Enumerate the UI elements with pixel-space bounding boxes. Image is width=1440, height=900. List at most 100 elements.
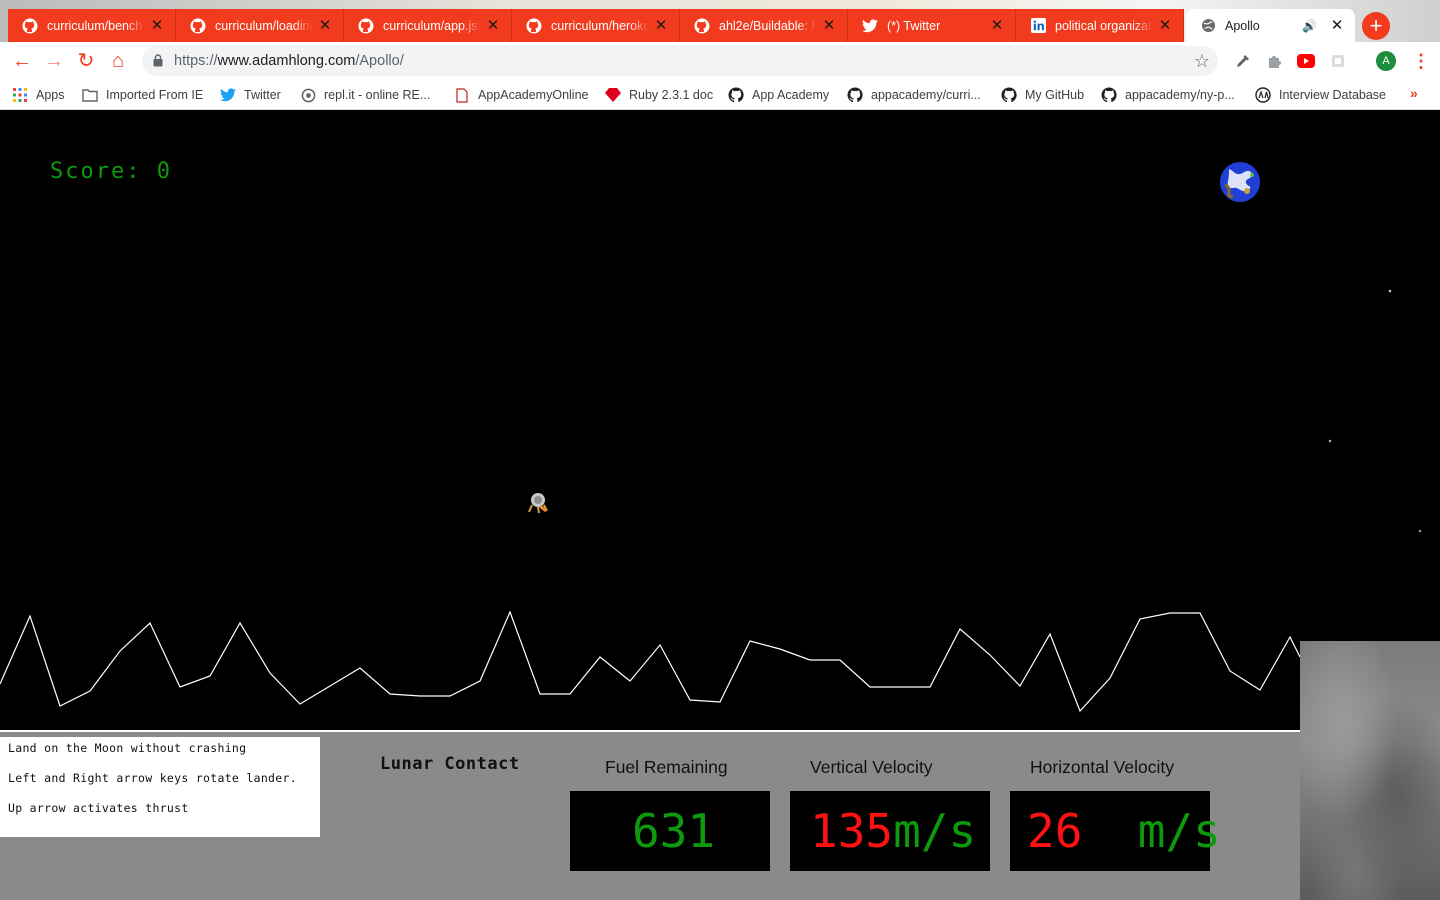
lunar-contact-status: Lunar Contact [380,754,520,774]
lock-icon [153,54,163,67]
home-icon[interactable]: ⌂ [105,48,131,74]
twitter-icon [862,18,878,34]
tab-curriculum-app-jsx[interactable]: curriculum/app.jsx ✕ [344,9,512,42]
horizontal-velocity-gauge: 26 m/s [1010,791,1221,871]
horizontal-velocity-value: 26 [1027,804,1083,858]
instruction-line: Up arrow activates thrust [8,801,189,815]
close-icon[interactable]: ✕ [1157,17,1173,34]
chevron-more-icon[interactable]: » [1410,85,1418,101]
bookmark-imported-from-ie[interactable]: Imported From IE [82,84,203,106]
vertical-velocity-value: 135 [810,804,894,858]
folder-icon [82,87,98,103]
tab-title: political organizati [1055,18,1153,33]
instruction-line: Left and Right arrow keys rotate lander. [8,771,297,785]
bookmark-label: App Academy [752,88,830,102]
url-text[interactable]: https://www.adamhlong.com/Apollo/ [174,53,404,69]
bookmark-ruby-doc[interactable]: Ruby 2.3.1 doc [605,84,713,106]
tab-title: curriculum/heroku [551,18,649,33]
close-icon[interactable]: ✕ [317,17,333,34]
github-icon [190,18,206,34]
github-icon [1001,87,1017,103]
score-label: Score: [50,159,142,184]
bookmark-replit[interactable]: repl.it - online RE... [300,84,430,106]
close-icon[interactable]: ✕ [485,17,501,34]
tab-apollo[interactable]: Apollo 🔊 ✕ [1186,9,1356,42]
eyedropper-icon[interactable] [1234,52,1252,70]
close-icon[interactable]: ✕ [149,17,165,34]
close-icon[interactable]: ✕ [989,17,1005,34]
github-icon [358,18,374,34]
earth-icon [1220,162,1260,202]
bookmark-twitter[interactable]: Twitter [220,84,281,106]
replit-icon [300,87,316,103]
bookmarks-bar: Apps Imported From IE Twitter repl.it - … [0,80,1440,110]
bookmark-label: Twitter [244,88,281,102]
avatar[interactable]: A [1376,51,1396,71]
bookmark-label: Interview Database [1279,88,1387,102]
instrument-panel: Land on the Moon without crashing Left a… [0,730,1300,900]
tab-title: curriculum/bench [47,18,143,33]
tab-strip: curriculum/bench ✕ curriculum/loading ✕ … [0,0,1440,42]
vertical-velocity-unit: m/s [893,804,977,858]
url-path: /Apollo/ [355,53,404,69]
fuel-gauge: 631 [570,791,770,871]
bookmark-label: Imported From IE [106,88,204,102]
extension-square-icon[interactable] [1329,52,1347,70]
instruction-line: Land on the Moon without crashing [8,741,247,755]
reload-icon[interactable]: ↻ [73,48,99,74]
github-icon [694,18,710,34]
tab-curriculum-loading[interactable]: curriculum/loading ✕ [176,9,344,42]
linkedin-icon [1030,18,1046,34]
tab-curriculum-bench[interactable]: curriculum/bench ✕ [8,9,176,42]
fuel-label: Fuel Remaining [605,757,728,777]
bookmark-label: appacademy/curri... [871,88,981,102]
close-icon[interactable]: ✕ [1329,17,1345,34]
bookmark-interview-database[interactable]: Interview Database [1255,84,1386,106]
twitter-icon [220,87,236,103]
close-icon[interactable]: ✕ [821,17,837,34]
tab-linkedin[interactable]: political organizati ✕ [1016,9,1184,42]
bookmark-appacademyonline[interactable]: AppAcademyOnline [454,84,588,106]
ruby-icon [605,87,621,103]
apps-grid-icon [12,87,28,103]
moon-surface-image [1300,641,1440,900]
browser-toolbar: ← → ↻ ⌂ https://www.adamhlong.com/Apollo… [0,42,1440,80]
new-tab-button[interactable]: + [1362,12,1390,40]
tab-buildable[interactable]: ahl2e/Buildable: F ✕ [680,9,848,42]
speaker-icon[interactable]: 🔊 [1302,19,1317,33]
bookmark-app-academy[interactable]: App Academy [728,84,829,106]
youtube-icon[interactable] [1297,52,1315,70]
bookmark-label: My GitHub [1025,88,1085,102]
bookmark-apps[interactable]: Apps [12,84,65,106]
vertical-velocity-gauge: 135m/s [790,791,990,871]
github-icon [526,18,542,34]
game-canvas[interactable]: Score: 0 Land on the Moon without crashi… [0,111,1440,900]
tab-title: Apollo [1225,18,1260,33]
tab-curriculum-heroku[interactable]: curriculum/heroku ✕ [512,9,680,42]
instructions-box: Land on the Moon without crashing Left a… [0,737,320,837]
github-icon [728,87,744,103]
forward-arrow-icon[interactable]: → [41,48,67,74]
bookmark-appacademy-curriculum[interactable]: appacademy/curri... [847,84,981,106]
tab-title: curriculum/loading [215,18,313,33]
bookmark-my-github[interactable]: My GitHub [1001,84,1084,106]
bookmark-label: Apps [36,88,65,102]
bookmark-label: AppAcademyOnline [478,88,589,102]
horizontal-velocity-unit: m/s [1137,804,1221,858]
close-icon[interactable]: ✕ [653,17,669,34]
bookmark-label: repl.it - online RE... [324,88,431,102]
back-arrow-icon[interactable]: ← [9,48,35,74]
bookmark-label: Ruby 2.3.1 doc [629,88,714,102]
lunar-terrain [0,610,1300,713]
bookmark-appacademy-ny[interactable]: appacademy/ny-p... [1101,84,1235,106]
address-bar[interactable]: https://www.adamhlong.com/Apollo/ ☆ [142,46,1218,76]
fuel-value: 631 [632,804,716,858]
tab-twitter[interactable]: (*) Twitter ✕ [848,9,1016,42]
extensions-puzzle-icon[interactable] [1265,52,1283,70]
score-value: 0 [156,159,172,184]
kebab-menu-icon[interactable]: ⋮ [1412,50,1430,72]
github-icon [22,18,38,34]
document-icon [454,87,470,103]
bookmark-star-icon[interactable]: ☆ [1194,51,1210,72]
score-display: Score: 0 [50,159,172,184]
